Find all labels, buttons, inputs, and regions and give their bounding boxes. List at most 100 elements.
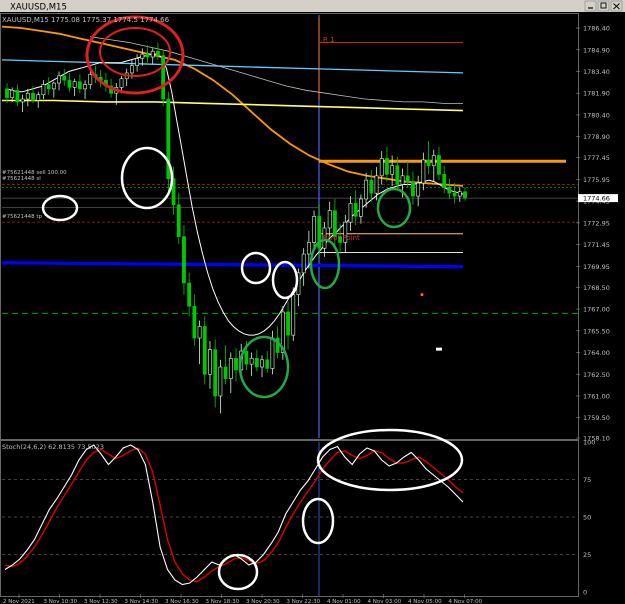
price-tick-label: 1765.50: [583, 327, 610, 335]
annotation-ellipse: [271, 260, 299, 300]
price-tick-label: 1759.50: [583, 414, 610, 422]
price-chart[interactable]: XAUUSD,M15 1007550250 1786.401784.901783…: [0, 0, 625, 604]
candle-body: [395, 165, 400, 185]
price-tick-label: 1777.45: [583, 154, 610, 162]
title-bar: [0, 0, 625, 12]
candle-body: [332, 210, 337, 237]
candle-body: [411, 181, 415, 197]
chart-window: XAUUSD,M15 100 75 50 25 0 1786.40 1784.90 1783…: [0, 0, 625, 604]
price-tick-label: 1781.90: [583, 90, 610, 98]
annotation-ellipse: [240, 251, 272, 285]
candle-body: [36, 94, 41, 101]
candle-body: [72, 81, 77, 88]
osc-tick-label: 25: [583, 551, 591, 559]
osc-header: Stoch(24,6,2) 62.8135 73.5023: [2, 443, 104, 451]
price-tick-label: 1778.90: [583, 133, 610, 141]
current-price-label: 1774.66: [583, 195, 610, 203]
price-tick-label: 1769.95: [583, 263, 610, 271]
candle-body: [67, 79, 72, 88]
price-tick-label: 1758.10: [583, 435, 610, 443]
restore-button[interactable]: [597, 0, 610, 12]
candle-body: [416, 182, 421, 197]
price-tick-label: 1771.45: [583, 241, 610, 249]
candle-body: [25, 92, 30, 100]
candle-body: [161, 55, 166, 100]
candle-body: [286, 311, 290, 336]
candle-body: [176, 204, 181, 237]
candle-body: [213, 349, 218, 397]
candle-body: [156, 50, 160, 56]
candle-body: [20, 98, 25, 103]
order-sl-label: #75621448 sl: [2, 176, 41, 182]
annotation-ellipse: [217, 553, 259, 591]
price-tick-label: 1768.50: [583, 284, 610, 292]
candle-body: [353, 203, 358, 217]
candle-body: [270, 337, 275, 369]
candle-body: [5, 88, 9, 98]
candle-body: [260, 359, 264, 368]
candle-body: [234, 358, 238, 371]
time-tick-label: 3 Nov 20:30: [246, 599, 280, 604]
time-tick-label: 3 Nov 10:30: [44, 599, 78, 604]
price-tick-label: 1784.90: [583, 46, 610, 54]
yellow-ma-line: [2, 99, 464, 112]
candle-body: [254, 358, 259, 368]
candle-body: [182, 236, 186, 284]
candle-body: [463, 191, 467, 199]
candle-body: [437, 155, 441, 175]
annotation-ellipse: [120, 146, 174, 210]
time-tick-label: 4 Nov 01:00: [327, 599, 361, 604]
candle-body: [57, 75, 61, 84]
annotation-ellipse: [41, 194, 79, 222]
candle-body: [348, 203, 353, 223]
candle-body: [218, 366, 223, 397]
price-tick-label: 1775.95: [583, 176, 610, 184]
candle-body: [359, 198, 363, 217]
annotation-ellipse: [301, 497, 335, 545]
main-pane-frame: [0, 13, 579, 440]
candle-body: [400, 175, 405, 185]
candle-body: [228, 358, 233, 379]
stoch-signal-line: [4, 447, 464, 583]
price-tick-label: 1767.00: [583, 306, 610, 314]
time-tick-label: 4 Nov 03:00: [368, 599, 402, 604]
time-tick-label: 2 Nov 2021: [3, 599, 35, 604]
osc-tick-label: 0: [583, 589, 587, 597]
price-tick-label: 1762.50: [583, 371, 610, 379]
osc-tick-label: 75: [583, 476, 591, 484]
annotation-ellipse: [238, 335, 290, 399]
candle-body: [145, 53, 150, 58]
candle-body: [77, 81, 82, 90]
candle-body: [364, 179, 369, 200]
candle-body: [208, 349, 212, 375]
candle-body: [202, 326, 207, 375]
candle-body: [327, 210, 332, 229]
price-tick-label: 1764.00: [583, 349, 610, 357]
horizontal-lines: [1, 42, 578, 351]
candle-body: [452, 192, 457, 197]
white-ma-line: [6, 53, 466, 336]
price-tick-label: 1780.40: [583, 111, 610, 119]
candle-body: [41, 84, 46, 95]
annotation-ellipse: [376, 187, 412, 229]
candle-body: [431, 155, 436, 166]
candle-body: [192, 305, 197, 339]
minimize-button[interactable]: [584, 0, 597, 12]
candle-body: [291, 294, 296, 336]
blue-trend-line: [1, 261, 464, 269]
candle-body: [249, 358, 254, 365]
candle-body: [374, 175, 379, 194]
candle-body: [306, 242, 311, 255]
candle-body: [442, 174, 447, 188]
close-button[interactable]: [610, 0, 623, 12]
candle-body: [405, 175, 410, 182]
candle-body: [223, 366, 228, 379]
time-tick-label: 3 Nov 12:30: [84, 599, 118, 604]
time-tick-label: 4 Nov 07:00: [449, 599, 483, 604]
osc-pane-frame: [0, 440, 579, 597]
candle-body: [135, 58, 140, 67]
candle-body: [265, 359, 270, 369]
white-marker: [436, 347, 442, 351]
time-tick-label: 4 Nov 05:00: [408, 599, 442, 604]
candle-body: [187, 282, 192, 307]
